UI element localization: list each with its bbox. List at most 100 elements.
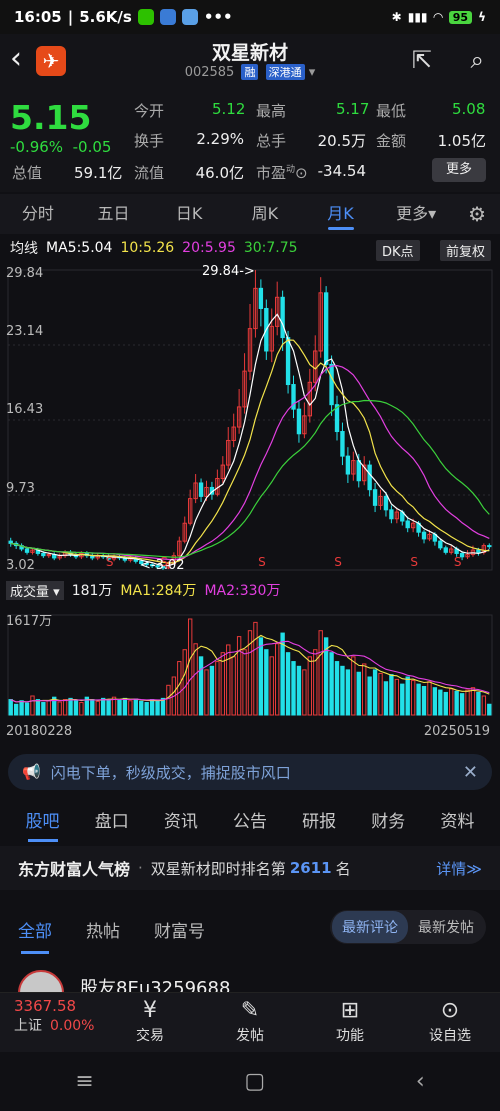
volume-bar <box>476 691 481 716</box>
search-icon[interactable]: ⌕ <box>471 46 484 74</box>
popularity-rank[interactable]: 东方财富人气榜 · 双星新材即时排名第 2611 名 详情≫ <box>0 846 500 890</box>
tab-caifuhao[interactable]: 财富号 <box>154 917 205 942</box>
sort-latest-comment[interactable]: 最新评论 <box>332 911 408 943</box>
high-label: 最高 <box>256 102 287 120</box>
volume-bar <box>62 699 68 716</box>
volume-bar <box>19 700 24 716</box>
status-speed: 5.6K/s <box>79 8 132 26</box>
more-button[interactable]: 更多 <box>432 158 486 182</box>
tab-news[interactable]: 资讯 <box>146 800 215 846</box>
volume-bar <box>400 683 405 716</box>
bottom-toolbar: 3367.58 上证 0.00% ¥ 交易 ✎ 发帖 ⊞ 功能 ⊙ 设自选 <box>0 992 500 1052</box>
total-mcap-label: 总值 <box>12 164 43 182</box>
amount-value: 1.05亿 <box>437 132 486 150</box>
charging-icon: ϟ <box>478 10 486 24</box>
volume-bar <box>318 630 323 716</box>
margin-tag: 融 <box>241 64 259 80</box>
tab-finance[interactable]: 财务 <box>354 800 423 846</box>
volume-bar <box>487 703 492 716</box>
turnover-label: 换手 <box>134 132 165 150</box>
tab-monthly-k[interactable]: 月K <box>303 194 379 234</box>
yen-icon: ¥ <box>143 998 157 1023</box>
max-price-marker: 29.84-> <box>202 264 255 279</box>
promo-banner[interactable]: 📢 闪电下单，秒级成交，捕捉股市风口 ✕ <box>8 754 492 790</box>
home-icon[interactable]: ▢ <box>244 1069 265 1094</box>
volume-selector[interactable]: 成交量 ▾ <box>6 580 64 600</box>
chevron-down-icon[interactable]: ▾ <box>309 65 316 80</box>
info-icon[interactable]: ⊙ <box>295 164 308 182</box>
tab-weekly-k[interactable]: 周K <box>227 194 303 234</box>
add-watchlist-button[interactable]: ⊙ 设自选 <box>400 993 500 1052</box>
back-nav-icon[interactable]: ‹ <box>416 1069 425 1094</box>
candle-body <box>438 540 443 549</box>
candle-body <box>24 548 30 553</box>
y-tick-label: 9.73 <box>6 481 35 496</box>
index-pct: 0.00% <box>50 1018 95 1034</box>
volume-bar <box>117 699 122 716</box>
volume-bar <box>193 643 198 716</box>
volume-bar <box>410 680 416 716</box>
candle-body <box>285 337 291 386</box>
close-icon[interactable]: ✕ <box>463 762 478 783</box>
sell-marker: S <box>454 555 462 569</box>
turnover-value: 2.29% <box>196 130 244 148</box>
volume-legend: 成交量 ▾ 181万 MA1:284万 MA2:330万 <box>6 580 280 600</box>
volume-bar <box>345 669 351 716</box>
trade-button[interactable]: ¥ 交易 <box>100 993 200 1052</box>
y-tick-label: 23.14 <box>6 324 44 339</box>
volume-ma2: MA2:330万 <box>204 583 281 599</box>
volume-bar <box>438 689 443 716</box>
post-button[interactable]: ✎ 发帖 <box>200 993 300 1052</box>
sort-latest-post[interactable]: 最新发帖 <box>408 911 484 943</box>
tab-daily-k[interactable]: 日K <box>151 194 227 234</box>
volume-bar <box>307 656 313 716</box>
settings-gear-icon[interactable]: ⚙ <box>454 194 500 234</box>
battery-icon: 95 <box>448 10 473 24</box>
wifi-icon: ◠ <box>433 10 443 24</box>
adjust-button[interactable]: 前复权 <box>440 240 492 261</box>
rank-detail-link[interactable]: 详情≫ <box>436 858 482 879</box>
volume-bar <box>100 697 106 716</box>
volume-bar <box>198 656 204 716</box>
index-name: 上证 <box>14 1018 42 1034</box>
candle-body <box>367 464 372 491</box>
tab-announcements[interactable]: 公告 <box>215 800 284 846</box>
index-ticker[interactable]: 3367.58 上证 0.00% <box>0 993 100 1052</box>
post-item[interactable]: 股友8Eu3259688 <box>0 966 500 1016</box>
functions-button[interactable]: ⊞ 功能 <box>300 993 400 1052</box>
connect-tag: 深港通 <box>265 64 305 80</box>
open-label: 今开 <box>134 102 165 120</box>
float-mcap-value: 46.0亿 <box>195 164 244 182</box>
tab-all[interactable]: 全部 <box>18 917 52 954</box>
ma30-value: 30:7.75 <box>243 240 298 256</box>
tab-research[interactable]: 研报 <box>285 800 354 846</box>
ma5-value: MA5:5.04 <box>46 240 113 256</box>
volume-bar <box>264 649 269 716</box>
status-bar: 16:05 | 5.6K/s ••• ✱ ▮▮▮ ◠ 95 ϟ <box>0 0 500 34</box>
volume-bar <box>362 663 367 716</box>
volume-bar <box>465 689 470 716</box>
menu-icon[interactable]: ≡ <box>75 1069 93 1094</box>
tab-orderbook[interactable]: 盘口 <box>77 800 146 846</box>
tab-hot[interactable]: 热帖 <box>86 917 120 942</box>
tab-more[interactable]: 更多▾ <box>378 194 454 234</box>
tab-profile[interactable]: 资料 <box>423 800 492 846</box>
volume-bar <box>291 661 296 716</box>
share-icon[interactable]: ⇱ <box>412 46 432 74</box>
min-price-marker: <-3.02 <box>140 558 185 573</box>
volume-bar <box>340 665 345 716</box>
tab-guba[interactable]: 股吧 <box>8 800 77 846</box>
y-tick-label: 29.84 <box>6 266 44 281</box>
volume-bar <box>24 702 30 716</box>
kline-chart[interactable]: SSSSSS <box>0 260 500 750</box>
tab-five-day[interactable]: 五日 <box>76 194 152 234</box>
ma-label[interactable]: 均线 <box>10 238 38 258</box>
float-mcap-label: 流值 <box>134 164 165 182</box>
tab-intraday[interactable]: 分时 <box>0 194 76 234</box>
wechat-icon <box>137 9 154 25</box>
dk-point-button[interactable]: DK点 <box>376 240 420 261</box>
volume-bar <box>95 700 100 716</box>
amount-label: 金额 <box>376 132 407 150</box>
volume-bar <box>427 681 432 716</box>
volume-bar <box>182 649 187 716</box>
